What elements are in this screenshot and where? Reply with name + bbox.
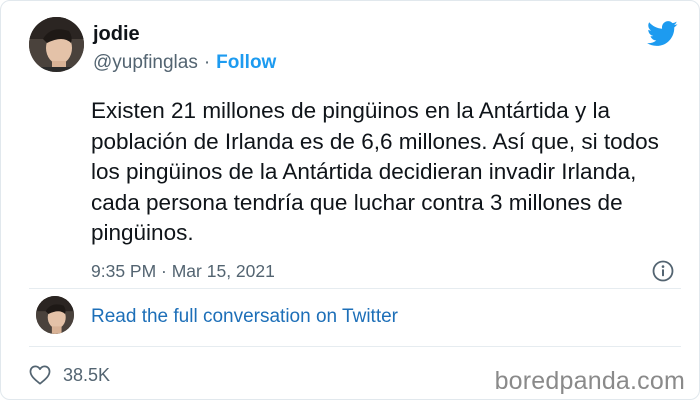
tweet-card: jodie @yupfinglas · Follow Existen 21 mill… [0, 0, 700, 400]
watermark-text: boredpanda.com [494, 367, 685, 395]
follow-button[interactable]: Follow [216, 52, 276, 73]
heart-icon[interactable] [29, 365, 51, 385]
divider [29, 288, 681, 289]
user-handle-row: @yupfinglas · Follow [93, 52, 276, 74]
user-handle[interactable]: @yupfinglas [93, 52, 198, 73]
info-icon[interactable] [652, 260, 674, 282]
tweet-timestamp[interactable]: 9:35 PM · Mar 15, 2021 [91, 261, 275, 282]
conversation-avatar [36, 296, 74, 334]
likes-count[interactable]: 38.5K [63, 365, 110, 386]
read-conversation-link[interactable]: Read the full conversation on Twitter [91, 306, 398, 328]
tweet-text: Existen 21 millones de pingüinos en la A… [91, 98, 659, 245]
divider [29, 346, 681, 347]
user-name[interactable]: jodie [93, 23, 140, 46]
separator: · [203, 52, 211, 73]
twitter-bird-icon[interactable] [647, 21, 678, 47]
avatar[interactable] [29, 17, 84, 72]
